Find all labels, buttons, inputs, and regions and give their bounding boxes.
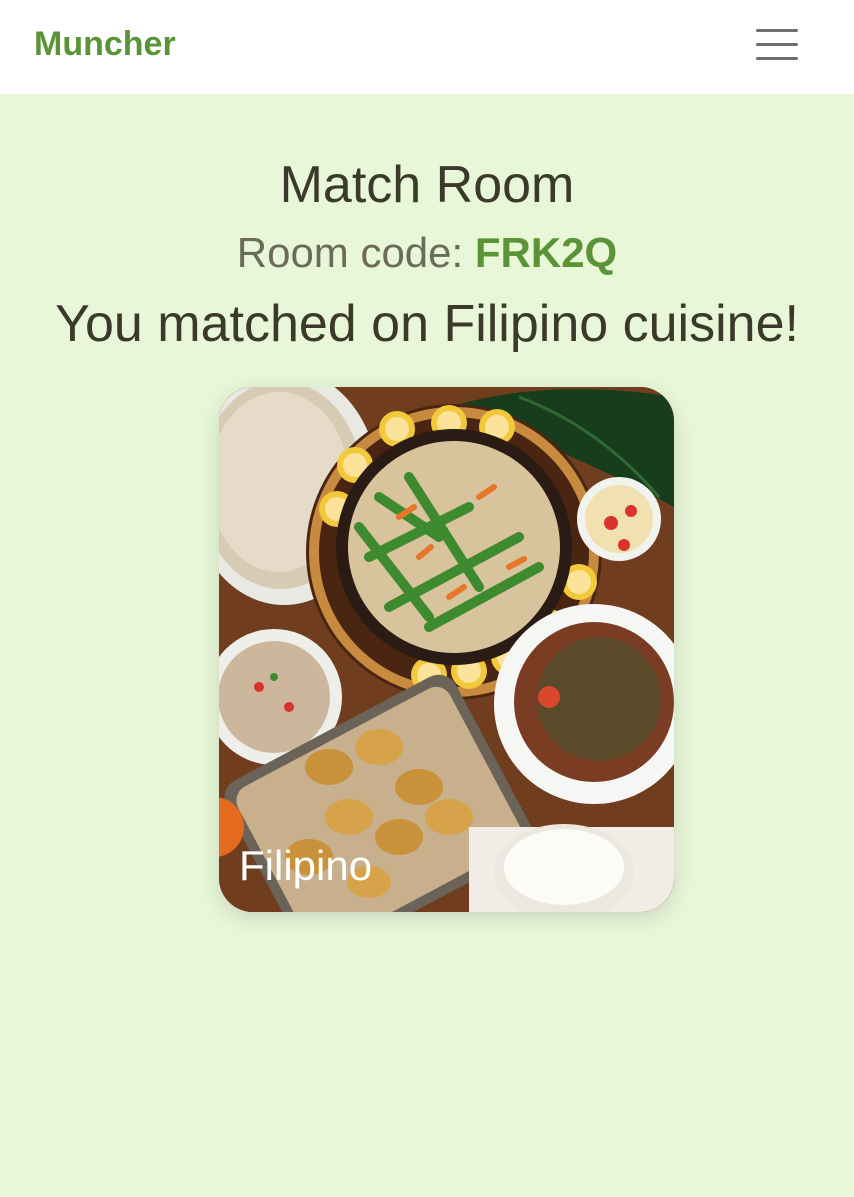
page-title: Match Room — [279, 156, 575, 214]
room-code-value: FRK2Q — [474, 229, 618, 276]
hamburger-menu-button[interactable] — [744, 20, 810, 70]
room-code-label: Room code: — [236, 229, 464, 276]
match-message: You matched on Filipino cuisine! — [55, 295, 799, 353]
cuisine-card-label: Filipino — [239, 842, 373, 889]
room-code-line: Room code: FRK2Q — [0, 228, 854, 278]
cuisine-card[interactable]: Filipino — [219, 387, 674, 912]
brand-logo-link[interactable]: Muncher — [34, 24, 176, 64]
navbar: Muncher — [0, 0, 854, 94]
food-photo — [219, 387, 674, 912]
